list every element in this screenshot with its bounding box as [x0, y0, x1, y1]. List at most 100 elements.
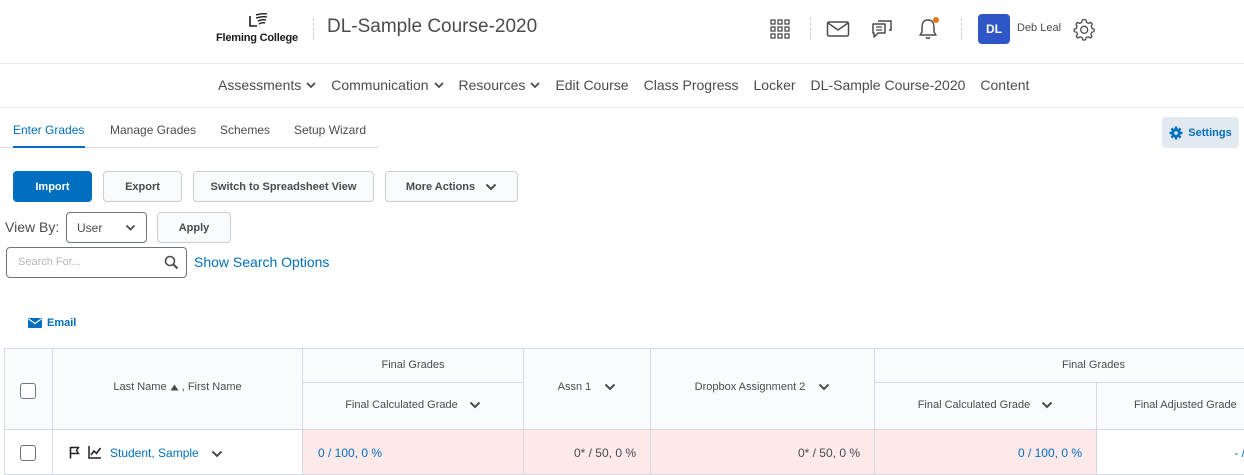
more-actions-label: More Actions — [405, 180, 476, 193]
mail-icon[interactable] — [825, 16, 851, 42]
nav-item-content[interactable]: Content — [980, 77, 1029, 93]
final-calculated-grade-label-2: Final Calculated Grade — [917, 399, 1031, 411]
logo-text: Fleming College — [216, 32, 298, 44]
chevron-down-icon[interactable] — [469, 401, 481, 409]
tab-setup-wizard[interactable]: Setup Wizard — [294, 123, 366, 137]
header-divider — [961, 18, 962, 40]
search-icon[interactable] — [164, 255, 179, 270]
gear-icon — [1169, 126, 1183, 139]
dropbox-assignment-2-value: 0* / 50, 0 % — [797, 446, 860, 460]
tab-schemes[interactable]: Schemes — [220, 123, 270, 137]
more-actions-button[interactable]: More Actions — [385, 171, 518, 202]
course-selector-grid-icon[interactable] — [767, 16, 793, 42]
nav-item-label: Class Progress — [643, 77, 739, 93]
nav-item-label: Assessments — [218, 77, 302, 93]
bell-icon[interactable] — [915, 16, 941, 42]
spreadsheet-view-button[interactable]: Switch to Spreadsheet View — [193, 171, 374, 202]
student-name-cell: Student, Sample — [53, 430, 303, 474]
nav-item-assessments[interactable]: Assessments — [218, 77, 316, 93]
row-checkbox[interactable] — [20, 445, 36, 461]
chevron-down-icon — [433, 81, 444, 88]
nav-item-label: DL-Sample Course-2020 — [810, 77, 966, 93]
export-button[interactable]: Export — [103, 171, 182, 202]
nav-item-label: Content — [980, 77, 1030, 93]
top-header: Fleming College DL-Sample Course-2020 DL… — [0, 0, 1244, 64]
progress-chart-icon[interactable] — [88, 445, 102, 459]
grades-tabs: Enter Grades Manage Grades Schemes Setup… — [0, 120, 378, 148]
row-select-cell — [5, 430, 53, 474]
nav-item-resources[interactable]: Resources — [459, 77, 541, 93]
final-grades-group-label-2: Final Grades — [1062, 359, 1125, 371]
final-adjusted-grade-label: Final Adjusted Grade — [1134, 399, 1237, 411]
final-calculated-grade-value[interactable]: 0 / 100, 0 % — [318, 446, 382, 460]
flag-icon[interactable] — [69, 446, 80, 459]
active-tab-indicator — [13, 146, 85, 148]
first-name-header[interactable]: , First Name — [182, 381, 242, 393]
final-calculated-grade-value-2[interactable]: 0 / 100, 0 % — [1018, 446, 1082, 460]
nav-item-locker[interactable]: Locker — [754, 77, 796, 93]
student-name-link[interactable]: Student, Sample — [110, 446, 199, 460]
user-name[interactable]: Deb Leal — [1017, 22, 1061, 34]
assn-1-value: 0* / 50, 0 % — [573, 446, 636, 460]
chevron-down-icon[interactable] — [818, 383, 830, 391]
final-calculated-grade-header-2[interactable]: Final Calculated Grade — [875, 383, 1097, 430]
nav-item-label: Locker — [753, 77, 796, 93]
chat-icon[interactable] — [869, 16, 895, 42]
chevron-down-icon — [306, 81, 316, 88]
import-button[interactable]: Import — [13, 171, 92, 202]
dropbox-assignment-2-cell[interactable]: 0* / 50, 0 % — [651, 430, 875, 474]
sort-ascending-icon — [170, 384, 179, 391]
chevron-down-icon[interactable] — [1041, 401, 1053, 409]
view-by-value: User — [77, 220, 103, 235]
final-adjusted-grade-value[interactable]: - / — [1234, 446, 1244, 460]
fleming-college-logo[interactable]: Fleming College — [216, 12, 298, 46]
email-label: Email — [47, 317, 77, 329]
final-grades-group-header-2: Final Grades — [875, 349, 1244, 383]
nav-item-class-progress[interactable]: Class Progress — [644, 77, 739, 93]
course-title[interactable]: DL-Sample Course-2020 — [327, 16, 537, 38]
chevron-down-icon — [485, 183, 497, 190]
search-input[interactable]: Search For... — [6, 247, 187, 278]
assn-1-cell[interactable]: 0* / 50, 0 % — [524, 430, 651, 474]
final-calculated-grade-label: Final Calculated Grade — [345, 399, 458, 411]
final-calculated-grade-header[interactable]: Final Calculated Grade — [303, 383, 524, 430]
nav-item-edit-course[interactable]: Edit Course — [555, 77, 628, 93]
chevron-down-icon[interactable] — [211, 450, 223, 458]
select-all-cell — [5, 349, 53, 430]
assn-1-label: Assn 1 — [557, 381, 592, 393]
final-calculated-grade-cell[interactable]: 0 / 100, 0 % — [303, 430, 524, 474]
apply-button[interactable]: Apply — [157, 212, 231, 243]
avatar[interactable]: DL — [978, 14, 1010, 44]
tab-enter-grades[interactable]: Enter Grades — [13, 123, 84, 137]
dropbox-assignment-2-label: Dropbox Assignment 2 — [694, 381, 806, 393]
name-sort-header[interactable]: Last Name , First Name — [53, 381, 302, 393]
final-adjusted-grade-header[interactable]: Final Adjusted Grade — [1097, 383, 1244, 430]
header-divider — [810, 18, 811, 40]
nav-item-label: Resources — [458, 77, 526, 93]
grades-table: Last Name , First Name Final Grades Fina… — [4, 348, 1244, 475]
tab-manage-grades[interactable]: Manage Grades — [110, 123, 196, 137]
nav-item-label: Communication — [331, 77, 429, 93]
settings-button[interactable]: Settings — [1162, 117, 1239, 148]
dropbox-assignment-2-header[interactable]: Dropbox Assignment 2 — [651, 349, 875, 430]
final-calculated-grade-cell-2[interactable]: 0 / 100, 0 % — [875, 430, 1097, 474]
search-placeholder: Search For... — [18, 256, 81, 268]
last-name-header[interactable]: Last Name — [113, 381, 166, 393]
nav-items: Assessments Communication Resources Edit Co… — [218, 77, 1029, 93]
final-adjusted-grade-cell[interactable]: - / — [1097, 430, 1244, 474]
course-navbar: Assessments Communication Resources Edit Co… — [0, 65, 1244, 108]
nav-item-dl-sample-course-2020[interactable]: DL-Sample Course-2020 — [811, 77, 966, 93]
select-all-checkbox[interactable] — [20, 383, 36, 399]
chevron-down-icon[interactable] — [604, 383, 616, 391]
nav-item-communication[interactable]: Communication — [331, 77, 444, 93]
chevron-down-icon — [125, 224, 136, 231]
assn-1-header[interactable]: Assn 1 — [524, 349, 651, 430]
email-button[interactable]: Email — [28, 317, 76, 329]
chevron-down-icon — [530, 81, 541, 88]
show-search-options-link[interactable]: Show Search Options — [194, 254, 329, 270]
final-grades-group-label: Final Grades — [381, 359, 445, 371]
view-by-select[interactable]: User — [66, 212, 147, 243]
gear-icon[interactable] — [1071, 16, 1097, 42]
header-divider — [313, 18, 314, 40]
notification-dot-icon — [933, 17, 939, 23]
